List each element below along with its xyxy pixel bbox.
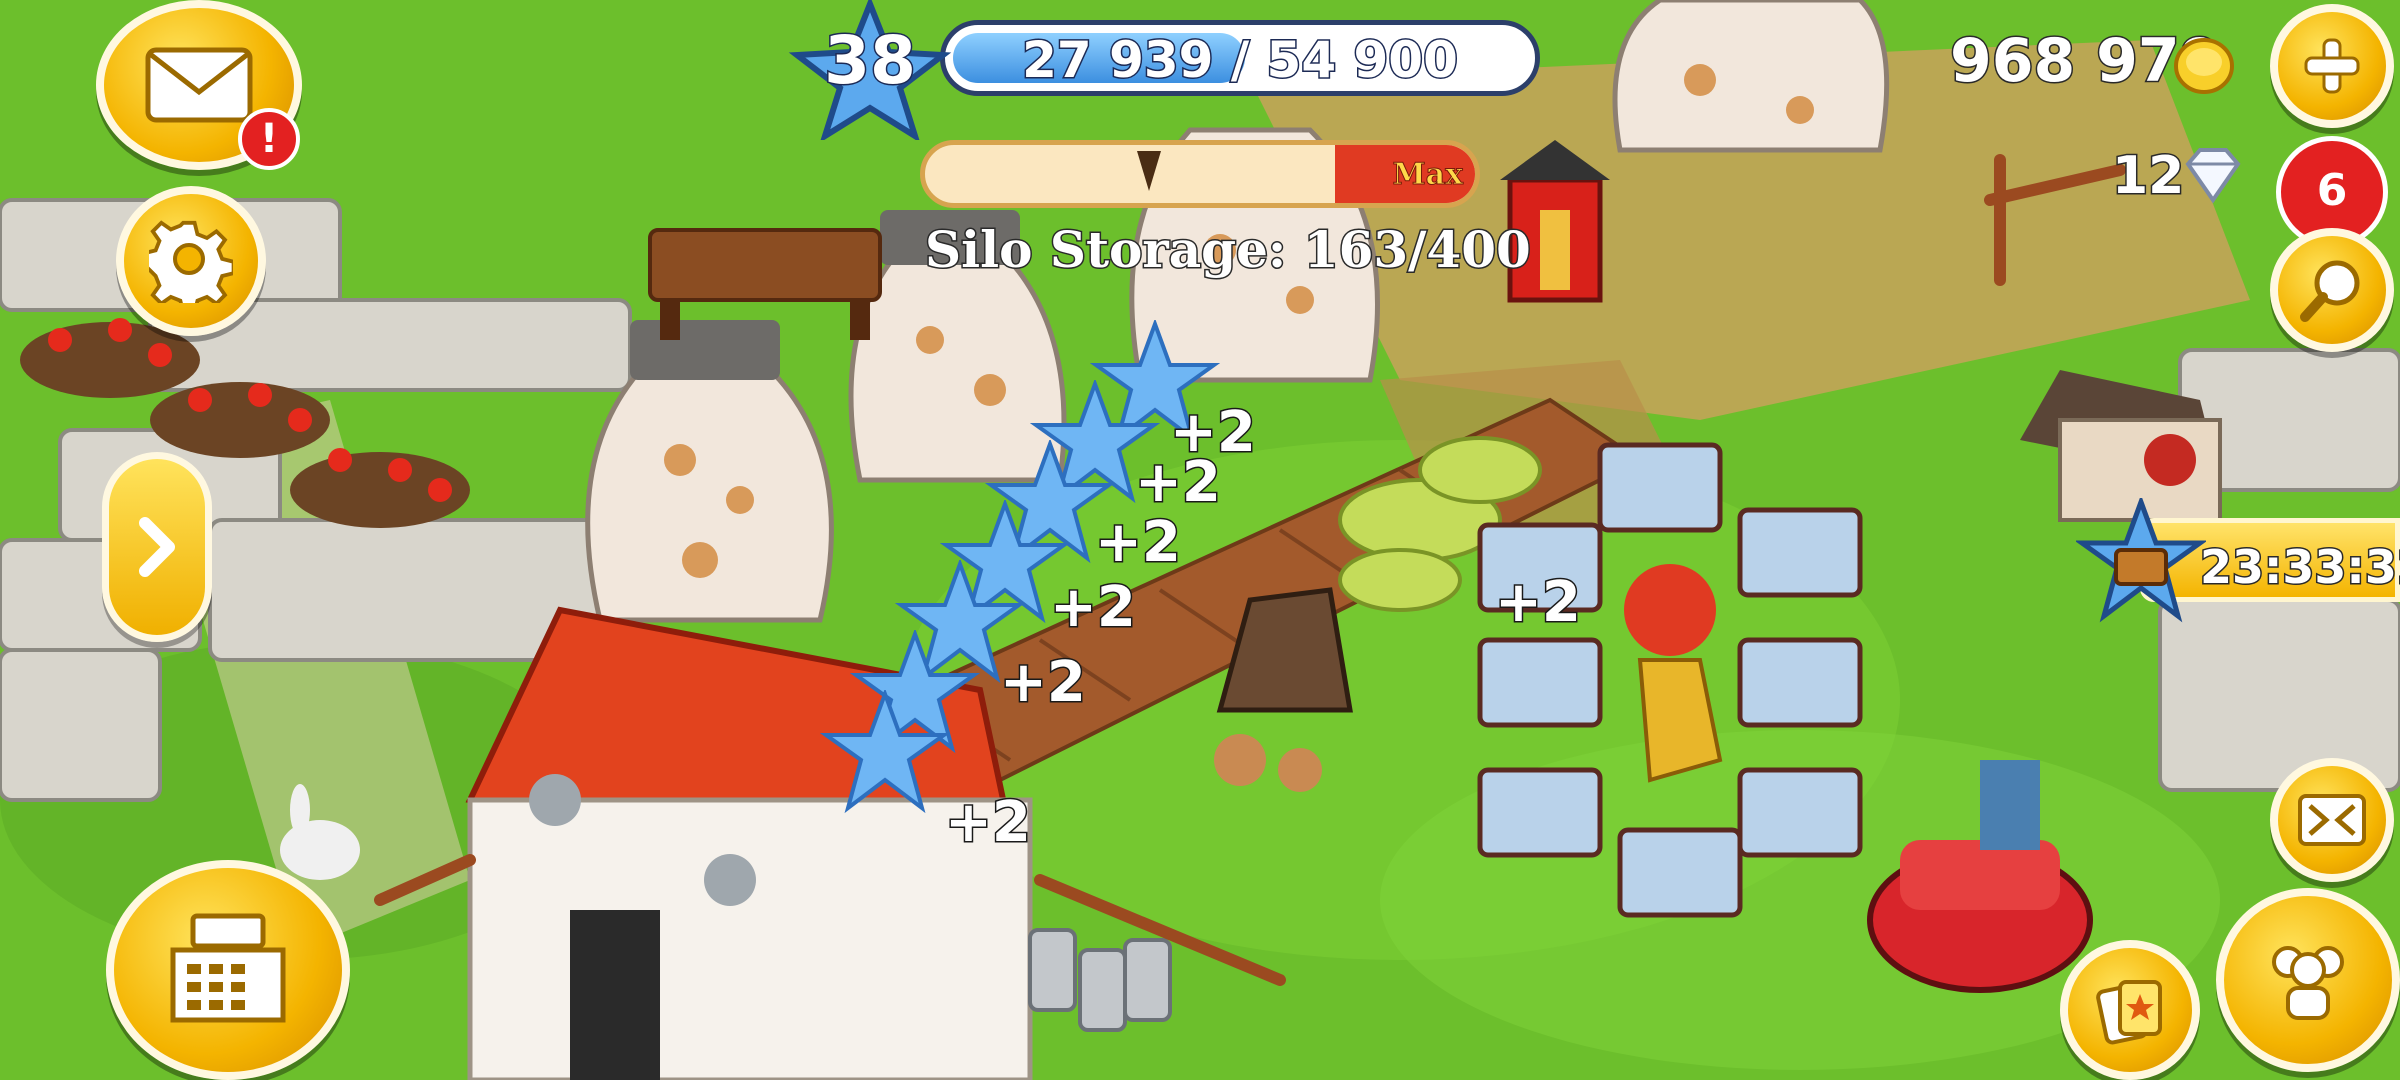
settings-button[interactable] bbox=[116, 186, 266, 336]
cards-icon bbox=[2096, 980, 2162, 1045]
xp-plus-label: +2 bbox=[944, 789, 1033, 857]
fit-screen-icon bbox=[2298, 794, 2366, 846]
event-timer-text: 23:33:32 bbox=[2199, 539, 2400, 596]
shop-button[interactable] bbox=[106, 860, 350, 1080]
chevron-right-icon bbox=[139, 517, 175, 577]
treasure-chest-icon[interactable] bbox=[2076, 498, 2206, 628]
player-level: 38 bbox=[823, 21, 918, 101]
magnifier-icon bbox=[2300, 260, 2360, 322]
xp-text: 27 939 / 54 900 bbox=[1021, 30, 1460, 91]
expand-side-panel-button[interactable] bbox=[102, 452, 212, 642]
mail-alert-badge: ! bbox=[238, 108, 300, 170]
diamond-icon bbox=[2185, 148, 2241, 204]
notification-count: 6 bbox=[2316, 165, 2348, 216]
xp-star-icon bbox=[820, 690, 950, 814]
mail-icon bbox=[145, 47, 253, 123]
friends-button[interactable] bbox=[2216, 888, 2400, 1072]
friends-icon bbox=[2272, 946, 2344, 1020]
silo-capacity-gauge: Max bbox=[920, 140, 1480, 208]
diamonds-amount: 12 bbox=[2110, 145, 2185, 208]
xp-plus-label: +2 bbox=[1094, 509, 1183, 577]
xp-plus-label: +2 bbox=[1494, 569, 1583, 637]
zoom-fit-button[interactable] bbox=[2270, 758, 2394, 882]
add-coins-button[interactable] bbox=[2270, 4, 2394, 128]
xp-plus-label: +2 bbox=[1134, 449, 1223, 517]
bakery-building bbox=[1612, 0, 1890, 153]
plus-icon bbox=[2304, 38, 2360, 94]
search-button[interactable] bbox=[2270, 228, 2394, 352]
xp-plus-label: +2 bbox=[999, 649, 1088, 717]
xp-plus-label: +2 bbox=[1049, 574, 1138, 642]
gear-icon bbox=[149, 220, 233, 303]
gauge-max-label: Max bbox=[1392, 157, 1464, 193]
silo-storage-label: Silo Storage: 163/400 bbox=[924, 219, 1533, 281]
coin-icon bbox=[2174, 38, 2234, 94]
xp-progress-bar[interactable]: 27 939 / 54 900 bbox=[940, 20, 1540, 96]
gauge-needle bbox=[1137, 151, 1161, 191]
cash-register-icon bbox=[170, 913, 286, 1023]
cards-button[interactable] bbox=[2060, 940, 2200, 1080]
